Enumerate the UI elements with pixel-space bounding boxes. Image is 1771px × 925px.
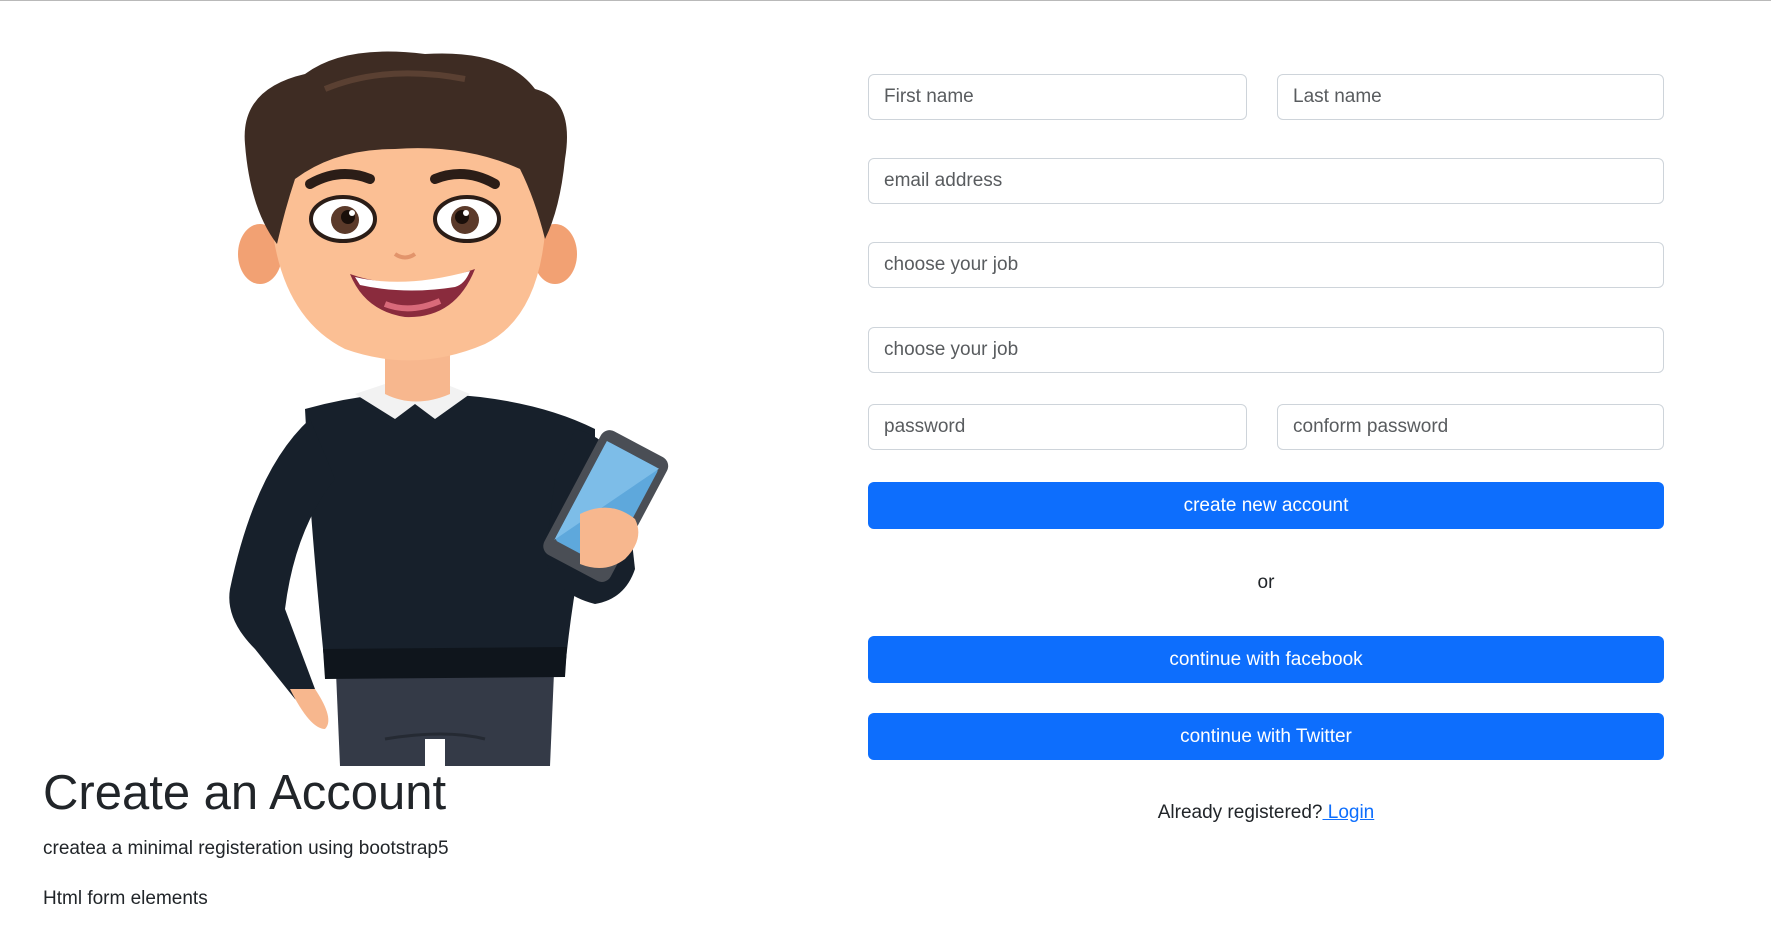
page-title: Create an Account xyxy=(43,766,447,820)
or-separator: or xyxy=(1257,572,1275,593)
job-input-1[interactable] xyxy=(868,242,1664,288)
page-subtitle: createa a minimal registeration using bo… xyxy=(43,838,449,859)
cartoon-man-illustration xyxy=(215,49,715,766)
create-account-button[interactable]: create new account xyxy=(868,482,1664,529)
twitter-button[interactable]: continue with Twitter xyxy=(868,713,1664,760)
facebook-button[interactable]: continue with facebook xyxy=(868,636,1664,683)
password-input[interactable] xyxy=(868,404,1247,450)
email-input[interactable] xyxy=(868,158,1664,204)
login-link[interactable]: Login xyxy=(1322,802,1375,823)
page-note: Html form elements xyxy=(43,888,208,909)
registration-page: Create an Account createa a minimal regi… xyxy=(0,0,1771,925)
login-prompt: Already registered? Login xyxy=(868,802,1664,824)
confirm-password-input[interactable] xyxy=(1277,404,1664,450)
job-input-2[interactable] xyxy=(868,327,1664,373)
first-name-input[interactable] xyxy=(868,74,1247,120)
already-registered-text: Already registered? xyxy=(1157,802,1323,823)
last-name-input[interactable] xyxy=(1277,74,1664,120)
